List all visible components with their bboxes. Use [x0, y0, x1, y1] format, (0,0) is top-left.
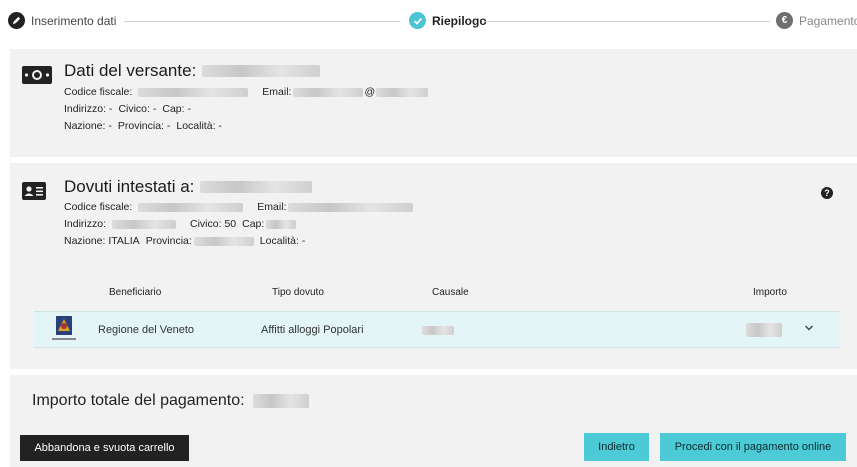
debtor-line-3: Nazione: ITALIA Provincia: Località: -	[64, 235, 311, 247]
total-amount: Importo totale del pagamento:	[32, 392, 309, 410]
money-icon	[21, 64, 53, 91]
proceed-payment-button[interactable]: Procedi con il pagamento online	[660, 433, 846, 461]
cap: Cap: -	[162, 103, 191, 115]
redacted-name	[200, 181, 313, 193]
euro-icon: €	[776, 12, 793, 29]
table-row[interactable]: Regione del Veneto Affitti alloggi Popol…	[34, 311, 840, 348]
pencil-icon	[8, 12, 25, 29]
step-connector	[484, 21, 770, 22]
redacted-codice-fiscale	[138, 202, 244, 212]
codice-fiscale-label: Codice fiscale:	[64, 86, 133, 98]
nazione: Nazione: ITALIA	[64, 235, 140, 247]
total-label: Importo totale del pagamento:	[32, 392, 245, 409]
redacted-importo	[746, 323, 782, 337]
redacted-codice-fiscale	[138, 87, 249, 97]
email-label: Email:	[257, 201, 287, 213]
redacted-provincia	[193, 236, 254, 246]
debtor-heading: Dovuti intestati a:	[64, 177, 313, 197]
payer-line-3: Nazione: - Provincia: - Località: -	[64, 120, 228, 132]
redacted-email	[293, 87, 364, 97]
chevron-down-icon[interactable]	[804, 323, 814, 335]
column-header-causale: Causale	[432, 287, 469, 298]
debtor-line-1: Codice fiscale: Email:	[64, 201, 419, 213]
civico: Civico: -	[118, 103, 157, 115]
redacted-email	[288, 202, 414, 212]
tipo-dovuto-cell: Affitti alloggi Popolari	[261, 324, 364, 336]
indirizzo: Indirizzo: -	[64, 103, 113, 115]
regione-veneto-logo	[48, 315, 80, 344]
column-header-importo: Importo	[753, 287, 787, 298]
column-header-beneficiario: Beneficiario	[109, 287, 162, 298]
question-icon[interactable]: ?	[821, 187, 833, 199]
progress-stepper: Inserimento dati Riepilogo € Pagamento	[0, 0, 857, 44]
step-pagamento: € Pagamento	[776, 12, 857, 29]
nazione: Nazione: -	[64, 120, 112, 132]
check-icon	[409, 12, 426, 29]
cap-label: Cap:	[242, 218, 265, 230]
email-at: @	[364, 86, 376, 98]
email-label: Email:	[262, 86, 292, 98]
column-header-tipo-dovuto: Tipo dovuto	[272, 287, 324, 298]
debtor-panel: Dovuti intestati a: ? Codice fiscale: Em…	[10, 163, 857, 369]
redacted-cap	[266, 219, 297, 229]
provincia: Provincia: -	[117, 120, 171, 132]
step-label: Pagamento	[799, 13, 857, 28]
abandon-cart-button[interactable]: Abbandona e svuota carrello	[20, 435, 189, 461]
redacted-causale	[422, 326, 454, 335]
step-inserimento-dati: Inserimento dati	[8, 12, 116, 29]
redacted-name	[202, 65, 321, 77]
payer-panel: Dati del versante: Codice fiscale: Email…	[10, 49, 857, 157]
step-riepilogo: Riepilogo	[409, 12, 487, 29]
beneficiario-cell: Regione del Veneto	[98, 324, 195, 336]
codice-fiscale-label: Codice fiscale:	[64, 201, 133, 213]
redacted-total	[252, 394, 309, 408]
redacted-indirizzo	[112, 219, 177, 229]
step-label: Inserimento dati	[31, 13, 117, 28]
payer-heading: Dati del versante:	[64, 61, 321, 81]
id-card-icon	[21, 181, 47, 206]
back-button[interactable]: Indietro	[584, 433, 649, 461]
provincia-label: Provincia:	[145, 235, 192, 247]
indirizzo-label: Indirizzo:	[64, 218, 107, 230]
payer-line-2: Indirizzo: - Civico: - Cap: -	[64, 103, 197, 115]
localita: Località: -	[259, 235, 306, 247]
debtor-heading-text: Dovuti intestati a:	[64, 177, 195, 196]
civico: Civico: 50	[190, 218, 237, 230]
payer-heading-text: Dati del versante:	[64, 61, 197, 80]
step-label: Riepilogo	[432, 13, 487, 28]
localita: Località: -	[176, 120, 222, 132]
redacted-email-domain	[376, 87, 429, 97]
step-connector	[124, 21, 400, 22]
debtor-line-2: Indirizzo: Civico: 50 Cap:	[64, 218, 302, 230]
payer-line-1: Codice fiscale: Email: @	[64, 86, 434, 98]
